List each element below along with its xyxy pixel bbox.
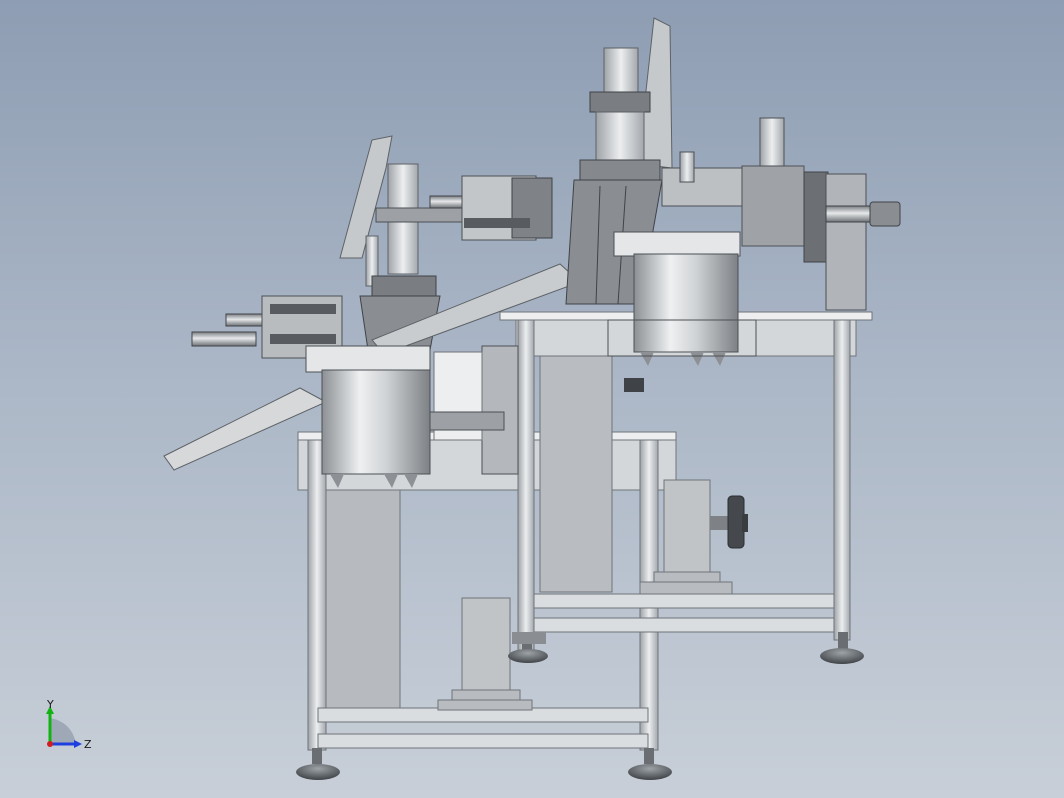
- leveling-foot-left-front: [296, 748, 340, 780]
- left-vibratory-bowl: [305, 345, 519, 488]
- left-frame: [297, 431, 677, 751]
- z-axis-label: Z: [84, 738, 92, 751]
- triad-shading: [50, 718, 76, 744]
- right-frame: [499, 311, 873, 651]
- origin-dot: [47, 741, 53, 747]
- drive-pulley: [710, 495, 748, 549]
- assembly-drawing: [163, 17, 901, 780]
- z-axis-head: [74, 740, 82, 748]
- y-axis-label: Y: [46, 700, 54, 711]
- leveling-foot-right-rear: [820, 632, 864, 664]
- leveling-foot-left-rear: [628, 748, 672, 780]
- left-upper-cylinder: [429, 175, 553, 241]
- cad-viewport[interactable]: Y Z: [0, 0, 1064, 798]
- coordinate-triad: Y Z: [46, 700, 92, 751]
- leveling-foot-right-front: [508, 632, 548, 663]
- right-horizontal-cylinder: [825, 201, 901, 227]
